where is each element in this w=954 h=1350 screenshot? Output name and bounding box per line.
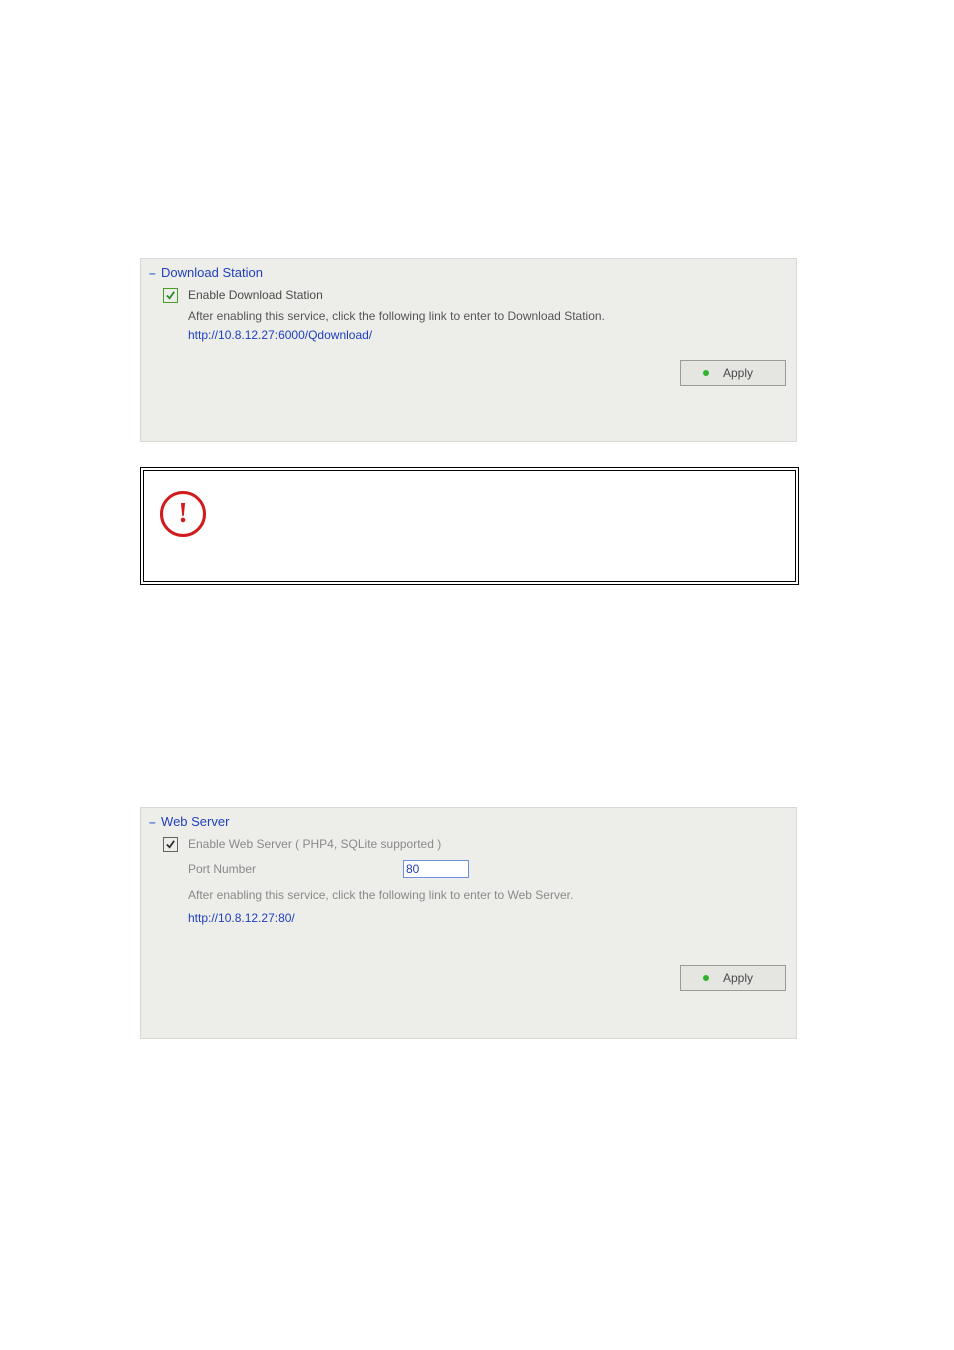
apply-button[interactable]: Apply [680, 965, 786, 991]
collapse-icon[interactable]: – [149, 266, 158, 280]
enable-download-station-checkbox[interactable] [163, 288, 178, 303]
web-server-panel: – Web Server Enable Web Server ( PHP4, S… [140, 807, 797, 1039]
section-title: Download Station [161, 265, 263, 280]
checkbox-label: Enable Download Station [188, 286, 323, 305]
download-station-link[interactable]: http://10.8.12.27:6000/Qdownload/ [149, 328, 372, 342]
warning-callout: ! [140, 467, 799, 585]
apply-button-label: Apply [723, 971, 753, 985]
warning-icon: ! [160, 491, 206, 537]
collapse-icon[interactable]: – [149, 815, 158, 829]
section-header: – Download Station [141, 259, 796, 282]
status-dot-icon [703, 975, 709, 981]
apply-button-label: Apply [723, 366, 753, 380]
download-station-panel: – Download Station Enable Download Stati… [140, 258, 797, 442]
web-server-description: After enabling this service, click the f… [149, 886, 788, 905]
port-number-input[interactable] [403, 860, 469, 878]
section-title: Web Server [161, 814, 229, 829]
apply-button[interactable]: Apply [680, 360, 786, 386]
download-station-description: After enabling this service, click the f… [149, 307, 788, 326]
status-dot-icon [703, 370, 709, 376]
web-server-link[interactable]: http://10.8.12.27:80/ [149, 911, 295, 925]
section-header: – Web Server [141, 808, 796, 831]
port-number-label: Port Number [188, 862, 403, 876]
enable-web-server-checkbox[interactable] [163, 837, 178, 852]
checkbox-label: Enable Web Server ( PHP4, SQLite support… [188, 835, 441, 854]
